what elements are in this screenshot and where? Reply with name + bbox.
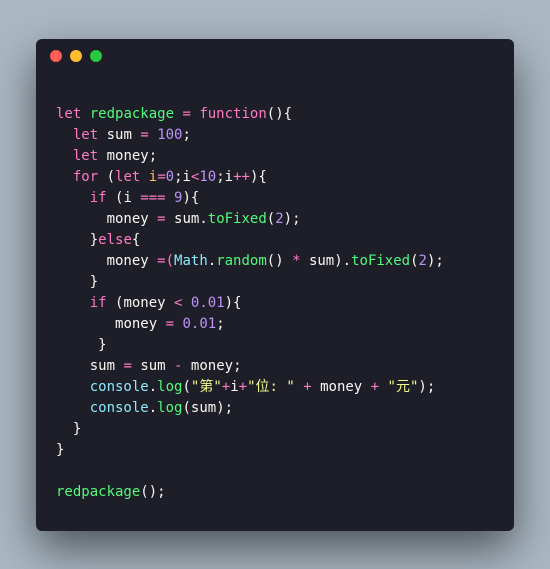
code-line: let sum = 100; — [56, 127, 191, 143]
code-line: let money; — [56, 148, 157, 164]
code-line: } — [56, 421, 81, 437]
code-line: } — [56, 274, 98, 290]
code-line: console.log("第"+i+"位: " + money + "元"); — [56, 379, 435, 395]
traffic-close-icon[interactable] — [50, 50, 62, 62]
code-line: money = 0.01; — [56, 316, 225, 332]
window-titlebar — [36, 39, 514, 73]
code-line: if (i === 9){ — [56, 190, 199, 206]
code-line: } — [56, 442, 64, 458]
code-line: if (money < 0.01){ — [56, 295, 241, 311]
code-line: redpackage(); — [56, 484, 166, 500]
code-line: for (let i=0;i<10;i++){ — [56, 169, 267, 185]
traffic-minimize-icon[interactable] — [70, 50, 82, 62]
page-background: let redpackage = function(){ let sum = 1… — [0, 0, 550, 569]
code-line: console.log(sum); — [56, 400, 233, 416]
code-line: sum = sum - money; — [56, 358, 242, 374]
code-block: let redpackage = function(){ let sum = 1… — [36, 73, 514, 503]
traffic-maximize-icon[interactable] — [90, 50, 102, 62]
code-line: money =(Math.random() * sum).toFixed(2); — [56, 253, 444, 269]
code-line: } — [56, 337, 107, 353]
code-line: let redpackage = function(){ — [56, 106, 292, 122]
code-window: let redpackage = function(){ let sum = 1… — [36, 39, 514, 531]
code-line: }else{ — [56, 232, 140, 248]
code-line: money = sum.toFixed(2); — [56, 211, 301, 227]
